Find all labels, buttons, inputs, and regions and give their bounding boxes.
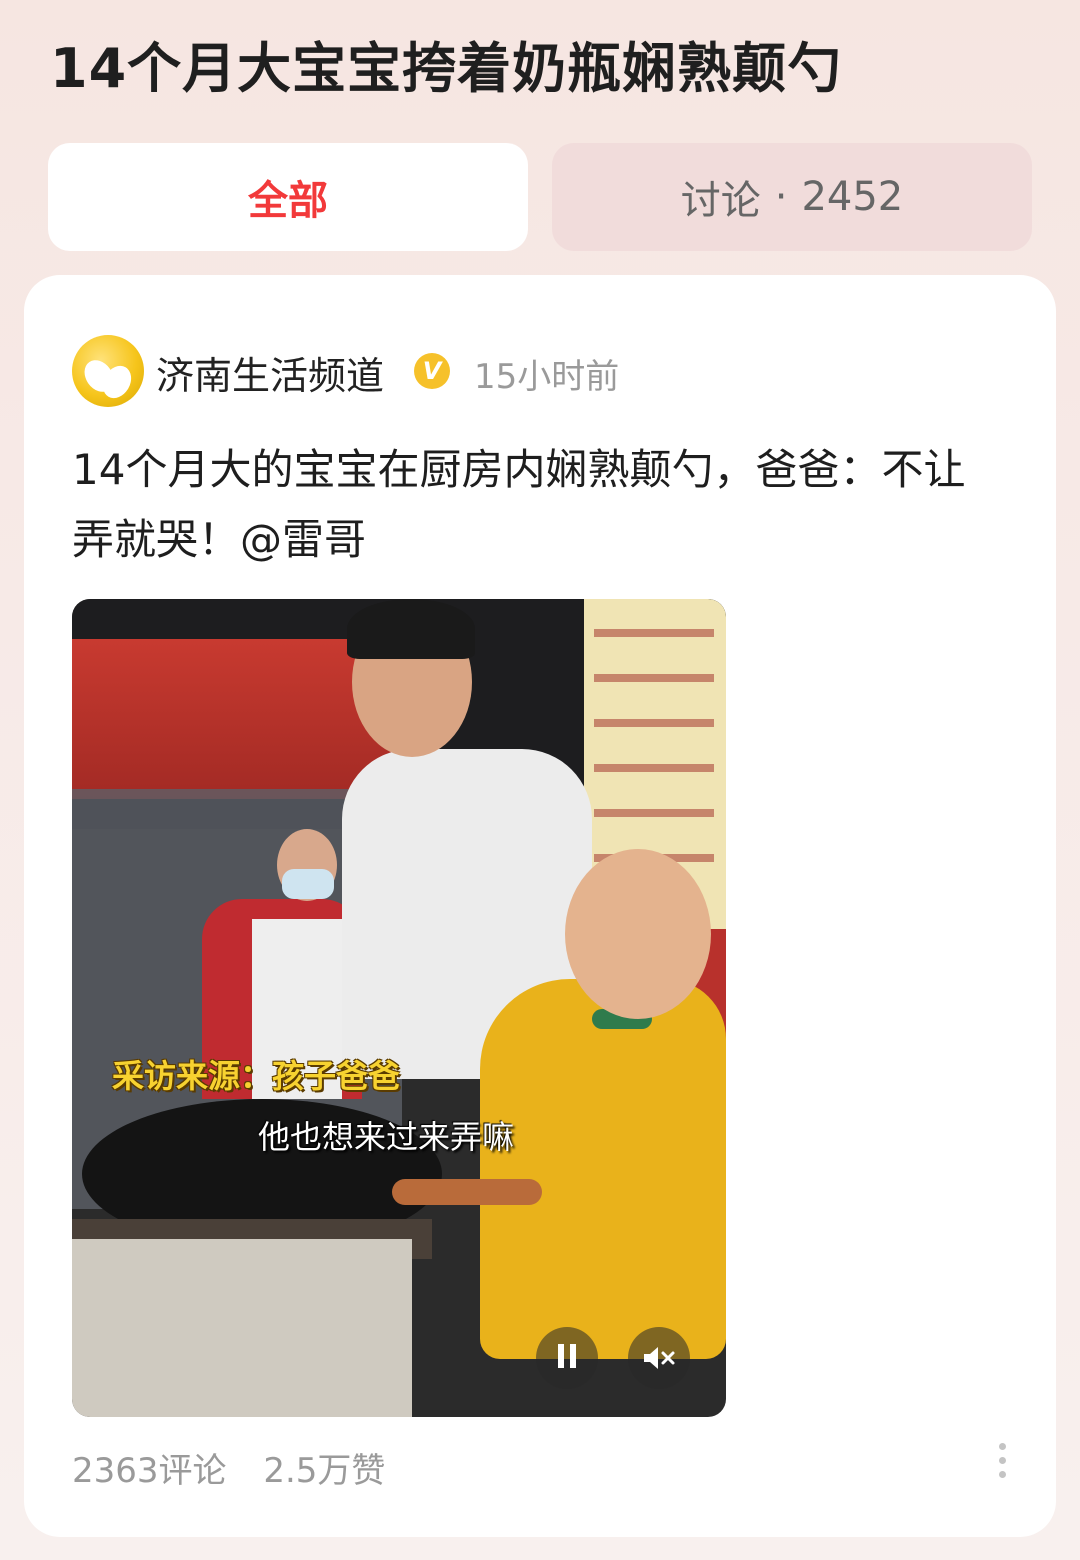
more-options-icon[interactable]	[992, 1443, 1012, 1487]
face-mask	[282, 869, 334, 899]
mute-icon	[644, 1347, 675, 1369]
video-player[interactable]: 采访来源：孩子爸爸 他也想来过来弄嘛	[72, 599, 726, 1417]
post-time: 15小时前	[474, 357, 620, 397]
video-caption-source: 采访来源：孩子爸爸	[112, 1057, 401, 1095]
tab-discussion-count: 2452	[801, 174, 904, 220]
author-name[interactable]: 济南生活频道	[156, 345, 384, 400]
chef-hair	[347, 599, 475, 659]
pause-button[interactable]	[536, 1327, 598, 1389]
topic-title: 14个月大宝宝挎着奶瓶娴熟颠勺	[50, 37, 843, 100]
tab-all[interactable]: 全部	[48, 143, 528, 251]
stove	[72, 1239, 412, 1417]
baby-head	[565, 849, 711, 1019]
red-awning	[72, 639, 402, 799]
tab-discussion[interactable]: 讨论 · 2452	[552, 143, 1032, 251]
author-avatar[interactable]	[72, 335, 144, 407]
video-subtitle: 他也想来过来弄嘛	[258, 1118, 515, 1156]
tab-discussion-label: 讨论	[680, 178, 761, 224]
pause-icon	[555, 1344, 579, 1372]
post-stats: 2363评论 2.5万赞	[72, 1443, 411, 1492]
comment-count[interactable]: 2363评论	[72, 1451, 227, 1491]
like-count[interactable]: 2.5万赞	[263, 1451, 385, 1491]
verified-badge-icon: V	[414, 353, 450, 389]
wok-handle	[392, 1179, 542, 1205]
mute-button[interactable]	[628, 1327, 690, 1389]
baby-figure	[480, 979, 726, 1359]
post-text[interactable]: 14个月大的宝宝在厨房内娴熟颠勺，爸爸：不让弄就哭！@雷哥	[72, 435, 1002, 575]
tab-bar: 全部 讨论 · 2452	[48, 143, 1032, 251]
post-card[interactable]: 济南生活频道 V 15小时前 14个月大的宝宝在厨房内娴熟颠勺，爸爸：不让弄就哭…	[24, 275, 1056, 1537]
tab-separator: ·	[774, 174, 788, 220]
